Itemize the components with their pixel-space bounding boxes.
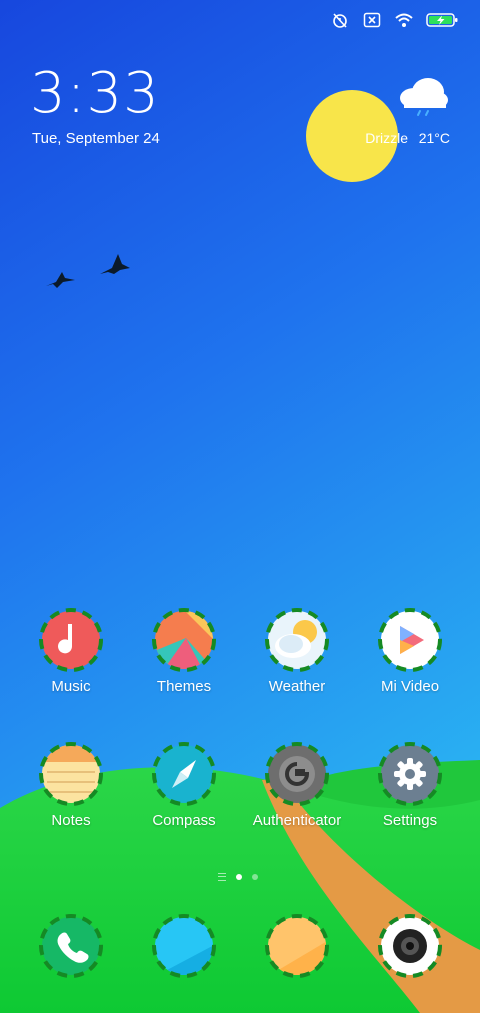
wifi-icon bbox=[394, 11, 414, 29]
weather-icon bbox=[265, 608, 329, 672]
app-label: Notes bbox=[51, 812, 91, 829]
app-settings[interactable]: Settings bbox=[355, 742, 465, 829]
page-indicator[interactable] bbox=[218, 871, 266, 883]
weather-widget[interactable]: Drizzle 21°C bbox=[350, 74, 450, 154]
weather-temperature: 21°C bbox=[418, 130, 450, 146]
app-label: Music bbox=[51, 678, 91, 695]
app-drawer-indicator[interactable] bbox=[218, 873, 226, 881]
sim-off-icon bbox=[362, 11, 382, 29]
dock-messages[interactable] bbox=[129, 914, 239, 978]
alarm-off-icon bbox=[330, 11, 350, 29]
app-label: Compass bbox=[152, 812, 216, 829]
app-label: Authenticator bbox=[252, 812, 342, 829]
app-themes[interactable]: Themes bbox=[129, 608, 239, 695]
gallery-icon bbox=[265, 914, 329, 978]
settings-gear-icon bbox=[378, 742, 442, 806]
music-icon bbox=[39, 608, 103, 672]
video-play-icon bbox=[378, 608, 442, 672]
page-dot[interactable] bbox=[252, 874, 258, 880]
phone-icon bbox=[39, 914, 103, 978]
dock-gallery[interactable] bbox=[242, 914, 352, 978]
cloud-drizzle-icon bbox=[396, 74, 450, 118]
battery-charging-icon bbox=[426, 11, 458, 29]
clock-date: Tue, September 24 bbox=[32, 130, 160, 147]
app-label: Themes bbox=[156, 678, 212, 695]
app-authenticator[interactable]: Authenticator bbox=[242, 742, 352, 829]
app-notes[interactable]: Notes bbox=[16, 742, 126, 829]
compass-icon bbox=[152, 742, 216, 806]
app-music[interactable]: Music bbox=[16, 608, 126, 695]
app-compass[interactable]: Compass bbox=[129, 742, 239, 829]
app-label: Settings bbox=[382, 812, 438, 829]
page-dot-active[interactable] bbox=[236, 874, 242, 880]
weather-condition: Drizzle bbox=[365, 130, 408, 146]
app-mi-video[interactable]: Mi Video bbox=[355, 608, 465, 695]
app-weather[interactable]: Weather bbox=[242, 608, 352, 695]
dock-phone[interactable] bbox=[16, 914, 126, 978]
app-label: Weather bbox=[268, 678, 326, 695]
camera-icon bbox=[378, 914, 442, 978]
authenticator-icon bbox=[265, 742, 329, 806]
status-bar bbox=[330, 8, 458, 32]
themes-icon bbox=[152, 608, 216, 672]
notes-icon bbox=[39, 742, 103, 806]
app-label: Mi Video bbox=[380, 678, 440, 695]
dock-camera[interactable] bbox=[355, 914, 465, 978]
clock-time[interactable]: 3:33 bbox=[30, 66, 160, 122]
messages-icon bbox=[152, 914, 216, 978]
